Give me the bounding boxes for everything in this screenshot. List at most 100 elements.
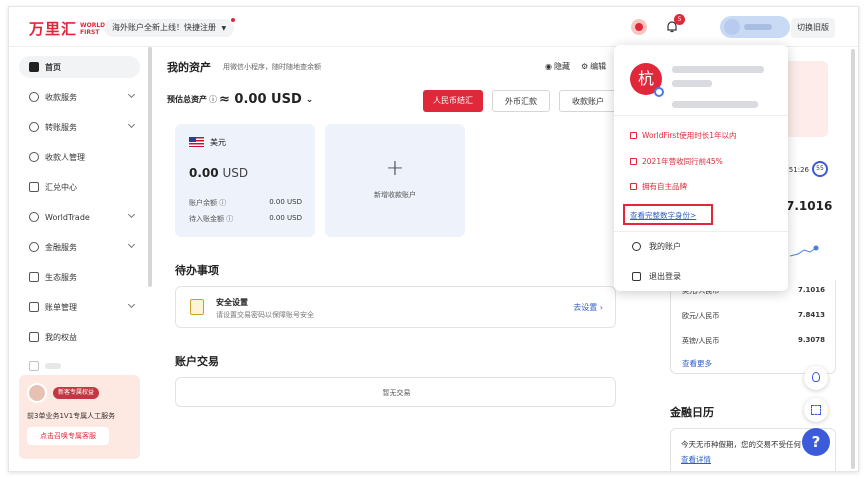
pending-amount-value: 0.00 USD [269,214,302,222]
hide-button[interactable]: ◉ 隐藏 [545,61,570,72]
verified-icon [654,87,664,97]
sidebar-item-label: 生态服务 [45,272,77,282]
todo-item-title: 安全设置 [216,298,248,307]
sidebar-item-receive[interactable]: 收款服务 [19,86,140,108]
honor-badge: 拥有自主品牌 [630,181,687,192]
logo-text-en: WORLD FIRST [80,21,106,36]
ecosystem-icon [29,272,39,282]
help-button[interactable]: ? [802,428,830,456]
chevron-down-icon [127,90,136,99]
promo-description: 前3单业务1V1专属人工服务 [27,412,116,420]
sidebar-item-finance[interactable]: 金融服务 [19,236,140,258]
todo-security-item[interactable]: 安全设置 请设置交易密码以保障账号安全 去设置 › [175,286,616,328]
promo-tag: 新客专属权益 [53,387,100,399]
menu-item-icon [29,361,39,371]
receiving-account-button[interactable]: 收款账户 [559,90,617,112]
ribbon-icon [630,132,637,139]
sidebar-item-transfer[interactable]: 转账服务 [19,116,140,138]
rate-pair-label: 英镑/人民币 [682,337,720,345]
assets-title: 我的资产 [167,61,211,74]
company-name-blurred [672,80,712,87]
assets-subtitle: 用微信小程序，随时随地查余额 [223,63,321,71]
chevron-down-icon [127,120,136,129]
plus-icon: + [385,156,405,181]
lightbulb-icon[interactable] [804,366,828,390]
sidebar-item-label: 收款服务 [45,92,77,102]
top-header: 万里汇 WORLD FIRST 海外账户全新上线！快捷注册 ▼ 5 切换旧版 [9,7,858,47]
user-icon [632,242,641,251]
transfer-icon [29,122,39,132]
total-assets-value: ≈ 0.00 USD [219,92,302,107]
rate-value: 7.8413 [797,311,825,319]
rate-trend-sparkline [790,245,819,257]
call-service-button[interactable]: 点击召唤专属客服 [27,427,109,445]
shield-icon [190,299,204,315]
sidebar-item-payees[interactable]: 收款人管理 [19,146,140,168]
us-flag-icon [189,137,204,147]
payee-icon [29,152,39,162]
company-avatar: 杭 [630,63,664,97]
view-more-rates-link[interactable]: 查看更多 [682,358,712,369]
caret-down-icon: ▼ [221,25,227,32]
username-blurred [744,24,772,30]
digital-id-highlight: 查看完整数字身份> [623,204,713,225]
menu-item-label: 退出登录 [649,272,681,281]
announcement-text: 海外账户全新上线！快捷注册 [112,23,216,32]
exchange-icon [29,182,39,192]
sidebar-scrollbar[interactable] [148,47,152,287]
refresh-countdown: 55 [812,161,828,177]
account-id-blurred [672,101,758,108]
edit-label: 编辑 [590,62,607,71]
rate-value: 7.1016 [797,286,825,294]
logout-icon [632,272,641,281]
company-name-blurred [672,66,764,73]
calendar-detail-link[interactable]: 查看详情 [681,454,711,465]
benefits-icon [29,332,39,342]
gear-icon: ⚙ [581,62,589,71]
user-menu-button[interactable] [720,16,790,38]
usd-amount: 0.00 USD [189,166,249,180]
switch-old-version-button[interactable]: 切换旧版 [791,18,835,38]
total-assets: 预估总资产 ⓘ ≈ 0.00 USD ⌄ [167,92,313,107]
empty-transactions-text: 暂无交易 [382,389,411,397]
fx-remittance-button[interactable]: 外币汇款 [492,90,550,112]
chevron-down-icon [127,300,136,309]
sidebar-item-partial[interactable] [19,355,140,377]
edit-button[interactable]: ⚙ 编辑 [581,61,606,72]
currency-name: 美元 [210,138,226,147]
rates-card: 美元/人民币 7.1016 欧元/人民币 7.8413 英镑/人民币 9.307… [670,280,836,374]
ribbon-icon [630,183,637,190]
logout-menu-item[interactable]: 退出登录 [632,271,681,282]
view-digital-id-link[interactable]: 查看完整数字身份> [630,210,696,221]
sidebar-item-benefits[interactable]: 我的权益 [19,326,140,348]
add-receiving-account-card[interactable]: + 新增收款账户 [325,124,465,237]
sidebar-item-home[interactable]: 首页 [19,56,140,78]
honor-badge: WorldFirst使用时长1年以内 [630,130,737,141]
sidebar-item-label: 转账服务 [45,122,77,132]
usd-balance-card[interactable]: 美元 0.00 USD 账户余额 ⓘ 0.00 USD 待入账金额 ⓘ 0.00… [175,124,315,237]
my-account-menu-item[interactable]: 我的账户 [632,241,681,252]
user-dropdown-menu: 杭 WorldFirst使用时长1年以内 2021年营收同行前45% 拥有自主品… [614,45,788,291]
headline-rate: 7.1016 [786,199,833,213]
chevron-down-icon [127,210,136,219]
qrcode-icon[interactable] [804,398,828,422]
sidebar-item-exchange[interactable]: 汇兑中心 [19,176,140,198]
main-content: 我的资产 用微信小程序，随时随地查余额 ◉ 隐藏 ⚙ 编辑 预估总资产 ⓘ ≈ … [167,47,627,471]
account-balance-label: 账户余额 ⓘ [189,199,227,207]
rate-value: 9.3078 [797,336,825,344]
chevron-down-icon[interactable]: ⌄ [306,95,314,105]
sidebar-item-bills[interactable]: 账单管理 [19,296,140,318]
worldfirst-logo[interactable]: 万里汇 WORLD FIRST [29,18,105,39]
service-agent-avatar [27,383,47,403]
rmb-settlement-button[interactable]: 人民币结汇 [423,90,483,112]
announcement-pill[interactable]: 海外账户全新上线！快捷注册 ▼ [104,18,236,37]
go-settings-link[interactable]: 去设置 › [573,302,603,313]
promo-card: 新客专属权益 前3单业务1V1专属人工服务 点击召唤专属客服 [19,375,140,459]
honor-badge: 2021年营收同行前45% [630,156,723,167]
gift-icon[interactable] [631,19,647,35]
sidebar-item-worldtrade[interactable]: WorldTrade [19,206,140,228]
calendar-text: 今天无币种假期，您的交易不受任何 [681,440,801,449]
new-dot-icon [231,18,236,22]
sidebar-item-ecosystem[interactable]: 生态服务 [19,266,140,288]
page-scrollbar[interactable] [851,49,855,469]
